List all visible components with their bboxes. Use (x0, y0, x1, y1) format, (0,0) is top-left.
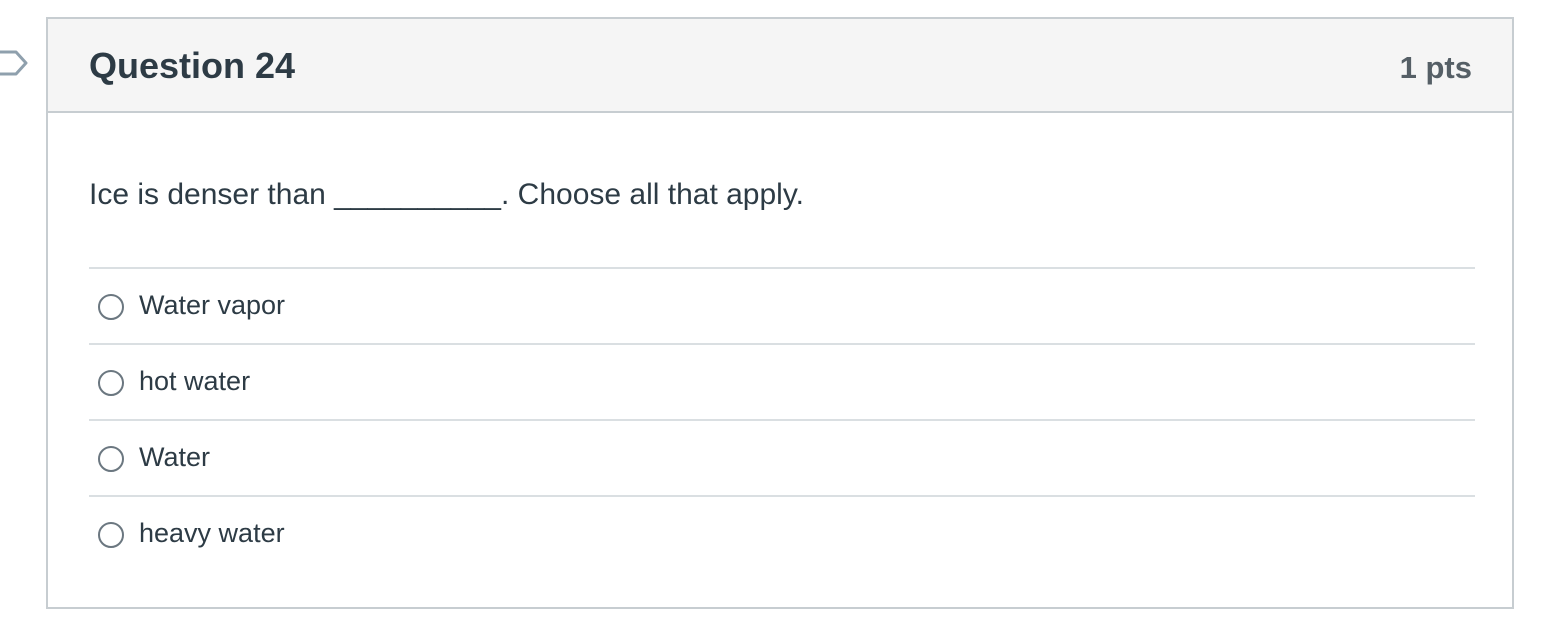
question-title: Question 24 (89, 45, 296, 86)
answer-option[interactable]: heavy water (89, 495, 1475, 571)
answer-label[interactable]: Water (139, 439, 210, 475)
answer-option[interactable]: Water (89, 419, 1475, 495)
radio-button[interactable] (98, 446, 124, 472)
question-points: 1 pts (1399, 50, 1472, 85)
question-header: Question 24 1 pts (48, 19, 1512, 113)
radio-button[interactable] (98, 522, 124, 548)
radio-button[interactable] (98, 370, 124, 396)
answer-label[interactable]: Water vapor (139, 287, 285, 323)
answer-option[interactable]: hot water (89, 343, 1475, 419)
question-card: Question 24 1 pts Ice is denser than ___… (46, 17, 1514, 609)
answer-option[interactable]: Water vapor (89, 267, 1475, 343)
answer-label[interactable]: hot water (139, 363, 250, 399)
radio-button[interactable] (98, 294, 124, 320)
answer-label[interactable]: heavy water (139, 515, 285, 551)
bookmark-flag-icon[interactable] (0, 44, 30, 82)
question-text: Ice is denser than __________. Choose al… (89, 178, 804, 211)
answer-list: Water vapor hot water Water heavy water (89, 267, 1475, 571)
